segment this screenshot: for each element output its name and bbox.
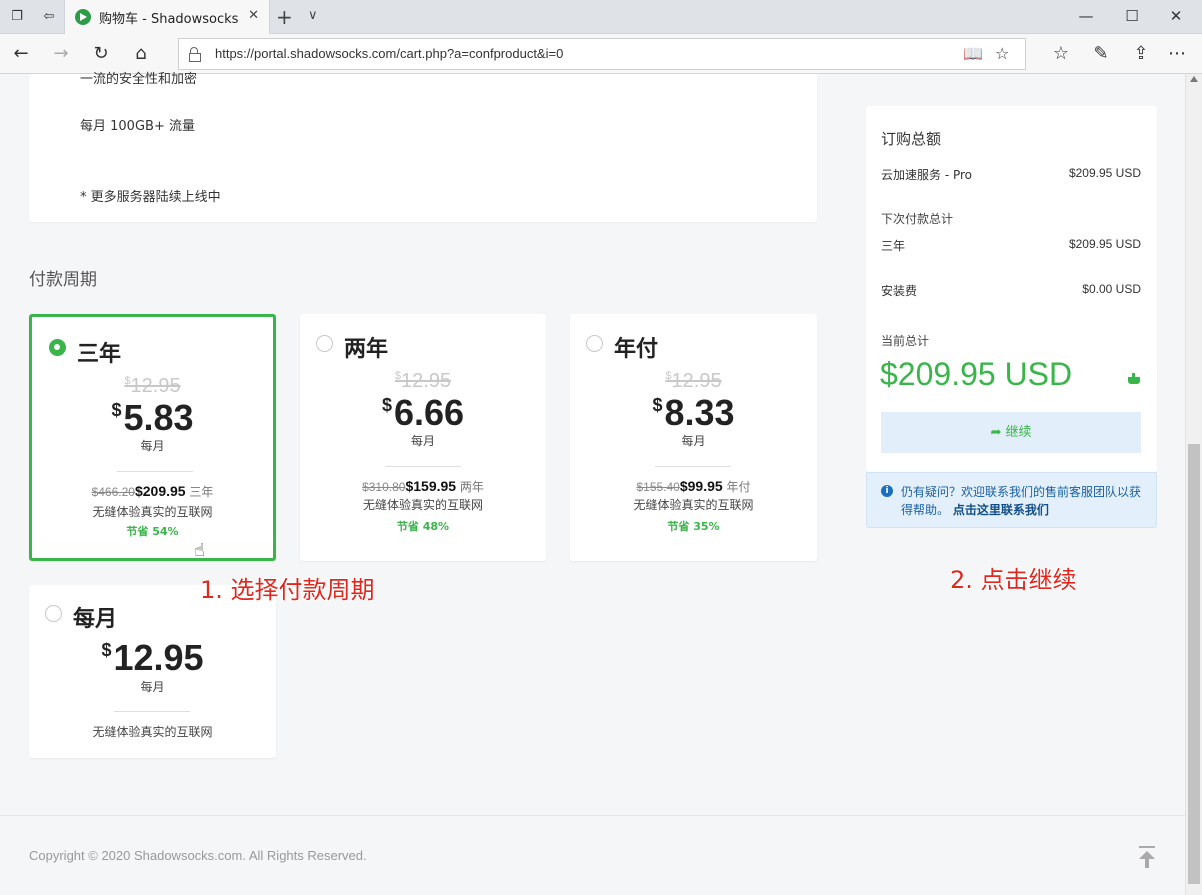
plan-name: 年付 xyxy=(614,337,659,362)
summary-current-label: 当前总计 xyxy=(881,334,930,348)
product-description-card: 一流的安全性和加密 每月 100GB+ 流量 * 更多服务器陆续上线中 xyxy=(29,72,817,222)
continue-label: 继续 xyxy=(1005,425,1032,440)
plan-radio[interactable] xyxy=(45,605,62,622)
plan-divider xyxy=(114,711,190,712)
tab-title: 购物车 - Shadowsocks.c xyxy=(99,12,239,27)
order-summary-card: 订购总额 云加速服务 - Pro $209.95 USD 下次付款总计 三年 $… xyxy=(866,106,1157,472)
contact-us-link[interactable]: 点击这里联系我们 xyxy=(953,503,1049,517)
summary-cycle-label: 三年 xyxy=(881,239,906,253)
summary-setup-price: $0.00 USD xyxy=(1082,282,1141,296)
plan-tagline: 无缝体验真实的互联网 xyxy=(362,498,483,512)
plan-per-label: 每月 xyxy=(140,439,165,453)
refresh-icon[interactable]: ↻ xyxy=(90,43,112,65)
tab-close-icon[interactable]: ✕ xyxy=(248,8,259,23)
plan-name: 每月 xyxy=(73,607,118,632)
plan-savings: 节省 54% xyxy=(126,525,179,538)
favorite-star-icon[interactable]: ☆ xyxy=(995,44,1009,63)
share-icon[interactable]: ⇪ xyxy=(1130,43,1152,65)
page-scrollbar[interactable] xyxy=(1185,74,1202,895)
summary-cycle-row: 三年 $209.95 USD xyxy=(881,237,1141,254)
plan-total: $310.80$159.95 两年 xyxy=(362,478,484,494)
plan-old-price: $12.95 xyxy=(124,375,181,397)
shadowsocks-favicon-icon xyxy=(75,9,91,25)
plan-price: $6.66 xyxy=(381,392,465,433)
summary-setup-label: 安装费 xyxy=(881,284,918,298)
plan-price: $12.95 xyxy=(101,637,204,678)
share-arrow-icon: ➦ xyxy=(990,425,1002,440)
summary-total: $209.95 USD xyxy=(880,356,1073,392)
cart-icon xyxy=(1127,373,1141,387)
reading-view-icon[interactable]: 📖 xyxy=(963,44,983,63)
plan-divider xyxy=(655,466,731,467)
plan-radio[interactable] xyxy=(586,335,603,352)
back-icon[interactable]: ← xyxy=(10,43,32,65)
plan-old-price: $12.95 xyxy=(665,370,722,392)
address-bar[interactable]: https://portal.shadowsocks.com/cart.php?… xyxy=(178,38,1026,70)
page-footer: Copyright © 2020 Shadowsocks.com. All Ri… xyxy=(0,815,1185,895)
summary-recurring-label: 下次付款总计 xyxy=(881,212,954,226)
plan-total: $155.40$99.95 年付 xyxy=(636,478,751,494)
info-icon: i xyxy=(881,485,893,497)
copyright-text: Copyright © 2020 Shadowsocks.com. All Ri… xyxy=(29,848,367,863)
plan-total: $466.20$209.95 三年 xyxy=(91,483,214,499)
minimize-icon[interactable]: — xyxy=(1076,7,1096,25)
help-alert: i 仍有疑问？欢迎联系我们的售前客服团队以获得帮助。 点击这里联系我们 xyxy=(866,472,1157,528)
plan-per-label: 每月 xyxy=(681,434,706,448)
summary-product-row: 云加速服务 - Pro $209.95 USD xyxy=(881,166,1141,183)
plan-tagline: 无缝体验真实的互联网 xyxy=(633,498,754,512)
help-text: 仍有疑问？欢迎联系我们的售前客服团队以获得帮助。 点击这里联系我们 xyxy=(901,483,1151,519)
plan-per-label: 每月 xyxy=(140,680,165,694)
favorites-hub-icon[interactable]: ☆ xyxy=(1050,43,1072,65)
scroll-up-arrow-icon[interactable] xyxy=(1190,76,1198,82)
lock-icon xyxy=(189,47,201,62)
web-note-icon[interactable]: ✎ xyxy=(1090,43,1112,65)
continue-button[interactable]: ➦ 继续 xyxy=(881,412,1141,453)
home-icon[interactable]: ⌂ xyxy=(130,43,152,65)
plan-name: 两年 xyxy=(344,337,389,362)
set-tabs-aside-icon[interactable]: ⇦ xyxy=(40,8,58,26)
plan-price: $5.83 xyxy=(111,397,194,438)
summary-title: 订购总额 xyxy=(881,130,942,148)
tab-list-chevron-icon[interactable]: ∨ xyxy=(308,8,318,23)
annotation-step-1: 1. 选择付款周期 xyxy=(200,576,375,604)
description-line: * 更多服务器陆续上线中 xyxy=(80,190,221,205)
plan-tagline: 无缝体验真实的互联网 xyxy=(92,725,213,739)
forward-icon[interactable]: → xyxy=(50,43,72,65)
new-tab-icon[interactable]: + xyxy=(276,5,293,29)
plan-card-monthly[interactable]: 每月 $12.95 每月 无缝体验真实的互联网 xyxy=(29,585,276,758)
plan-divider xyxy=(385,466,461,467)
plan-tagline: 无缝体验真实的互联网 xyxy=(92,505,213,519)
hand-cursor-icon: ☝ xyxy=(194,540,205,561)
back-to-top-icon[interactable] xyxy=(1137,846,1157,868)
plan-savings: 节省 35% xyxy=(667,520,720,533)
plan-radio[interactable] xyxy=(316,335,333,352)
plan-price: $8.33 xyxy=(652,392,735,433)
billing-cycle-title: 付款周期 xyxy=(29,270,97,290)
plan-card-3-years[interactable]: 三年 $12.95 $5.83 每月 $466.20$209.95 三年 无缝体… xyxy=(29,314,276,561)
browser-titlebar: ❐ ⇦ 购物车 - Shadowsocks.c ✕ + ∨ — ☐ ✕ xyxy=(0,0,1202,34)
plan-divider xyxy=(117,471,193,472)
plan-card-annual[interactable]: 年付 $12.95 $8.33 每月 $155.40$99.95 年付 无缝体验… xyxy=(570,314,817,561)
plan-per-label: 每月 xyxy=(410,434,435,448)
plan-radio[interactable] xyxy=(49,339,66,356)
annotation-step-2: 2. 点击继续 xyxy=(950,566,1077,594)
summary-product-price: $209.95 USD xyxy=(1068,166,1141,180)
window-close-icon[interactable]: ✕ xyxy=(1166,7,1186,25)
browser-tab[interactable]: 购物车 - Shadowsocks.c ✕ xyxy=(64,0,270,34)
description-line: 一流的安全性和加密 xyxy=(80,72,198,87)
summary-product-label: 云加速服务 - Pro xyxy=(881,168,972,182)
maximize-icon[interactable]: ☐ xyxy=(1122,7,1142,25)
description-line: 每月 100GB+ 流量 xyxy=(80,119,195,134)
plan-savings: 节省 48% xyxy=(396,520,450,533)
more-icon[interactable]: ⋯ xyxy=(1166,43,1188,65)
tab-actions-icon[interactable]: ❐ xyxy=(8,8,26,26)
plan-card-2-years[interactable]: 两年 $12.95 $6.66 每月 $310.80$159.95 两年 无缝体… xyxy=(300,314,546,561)
plan-old-price: $12.95 xyxy=(394,370,452,392)
summary-cycle-price: $209.95 USD xyxy=(1068,237,1141,251)
url-text[interactable]: https://portal.shadowsocks.com/cart.php?… xyxy=(215,46,563,61)
scroll-thumb[interactable] xyxy=(1188,444,1200,884)
plan-name: 三年 xyxy=(77,342,122,367)
summary-setup-row: 安装费 $0.00 USD xyxy=(881,282,1141,299)
